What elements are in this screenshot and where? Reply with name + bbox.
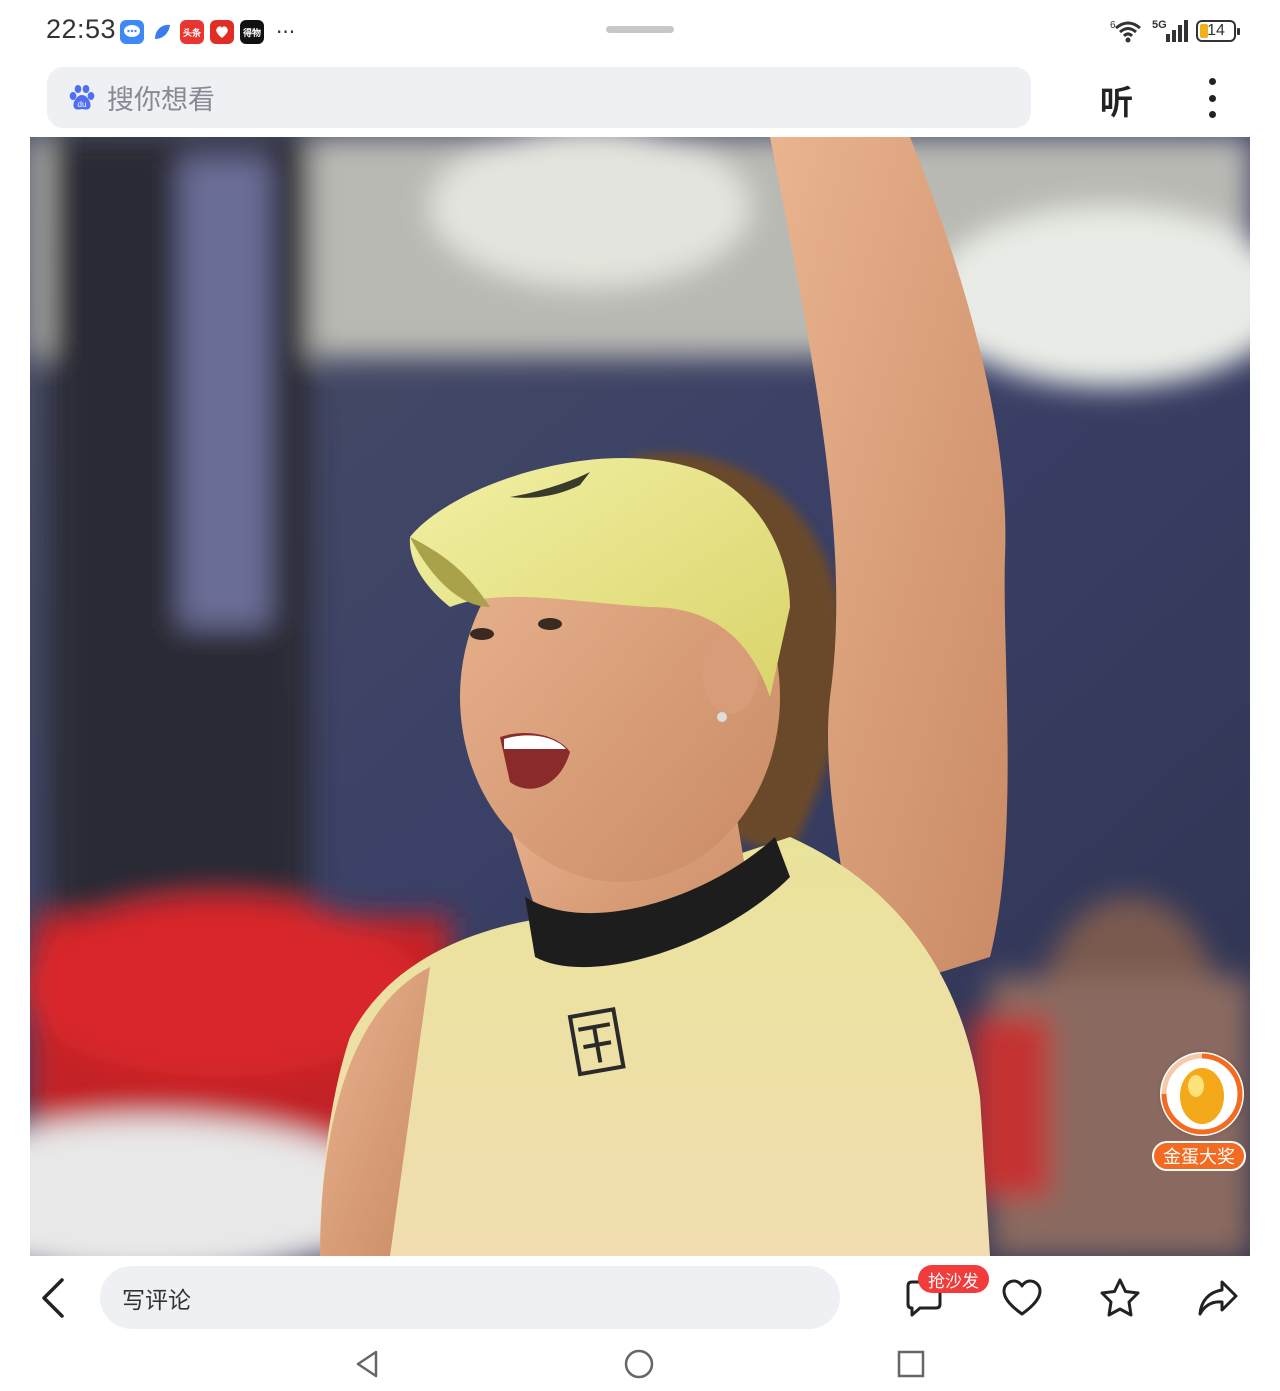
listen-button[interactable]: 听: [1100, 76, 1133, 124]
dewu-label: 得物: [242, 28, 261, 39]
more-notifications-icon: ···: [276, 20, 296, 44]
notification-icons: 头条 得物 ···: [120, 20, 295, 44]
nav-recent-icon[interactable]: [895, 1348, 927, 1380]
bottom-toolbar: 写评论 抢沙发: [0, 1256, 1280, 1340]
message-icon: [120, 20, 144, 44]
blue-app-icon: [150, 20, 174, 44]
baidu-paw-icon: du: [69, 84, 95, 110]
status-time: 22:53: [46, 14, 117, 44]
golden-egg-icon: [1161, 1053, 1243, 1135]
star-icon[interactable]: [1098, 1276, 1142, 1320]
comment-input[interactable]: 写评论: [100, 1266, 840, 1329]
toutiao-icon: 头条: [180, 20, 204, 44]
golden-egg-widget[interactable]: 金蛋大奖: [1152, 1052, 1248, 1172]
battery-level: 14: [1207, 22, 1225, 39]
svg-text:6: 6: [1110, 20, 1116, 31]
comment-placeholder: 写评论: [122, 1287, 191, 1314]
system-icons: 6 5G 14: [1110, 18, 1240, 44]
wifi-icon: 6: [1110, 20, 1141, 43]
pinduoduo-icon: [210, 20, 234, 44]
search-placeholder: 搜你想看: [107, 85, 215, 116]
sofa-badge: 抢沙发: [918, 1265, 989, 1293]
svg-text:5G: 5G: [1152, 19, 1167, 31]
drag-handle[interactable]: [606, 26, 674, 33]
search-input[interactable]: du 搜你想看: [47, 67, 1031, 128]
golden-egg-label: 金蛋大奖: [1152, 1141, 1246, 1171]
toutiao-label: 头条: [182, 28, 201, 39]
nav-home-icon[interactable]: [623, 1348, 655, 1380]
heart-icon[interactable]: [1000, 1276, 1044, 1320]
svg-text:du: du: [78, 100, 87, 109]
share-icon[interactable]: [1196, 1276, 1240, 1320]
nav-back-icon[interactable]: [352, 1348, 384, 1380]
golden-egg-ring: [1160, 1052, 1244, 1136]
system-nav-bar: [0, 1340, 1280, 1391]
article-photo[interactable]: [30, 137, 1250, 1256]
dewu-icon: 得物: [240, 20, 264, 44]
battery-icon: 14: [1196, 20, 1240, 42]
signal-icon: 5G: [1152, 19, 1188, 42]
back-arrow-icon[interactable]: [34, 1276, 74, 1320]
more-menu-icon[interactable]: [1200, 78, 1224, 118]
status-bar: 22:53 头条 得物 ··· 6 5G 14: [0, 0, 1280, 62]
